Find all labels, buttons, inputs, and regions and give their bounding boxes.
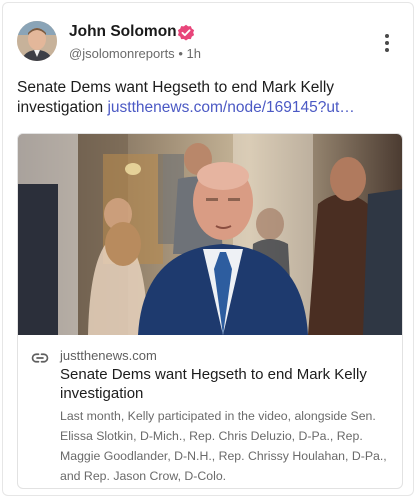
author-meta: @jsolomonreports • 1h (69, 46, 201, 61)
post-time[interactable]: 1h (187, 46, 201, 61)
post-link[interactable]: justthenews.com/node/169145?ut… (107, 99, 354, 116)
author-name[interactable]: John Solomon (69, 23, 177, 41)
preview-domain: justthenews.com (60, 348, 157, 363)
post-card: John Solomon @jsolomonreports • 1h Senat… (2, 2, 414, 496)
verified-badge-icon (177, 24, 195, 41)
preview-title[interactable]: Senate Dems want Hegseth to end Mark Kel… (60, 365, 390, 403)
post-header: John Solomon @jsolomonreports • 1h (17, 21, 399, 65)
preview-body: justthenews.com Senate Dems want Hegseth… (18, 335, 402, 488)
author-handle[interactable]: @jsolomonreports (69, 46, 175, 61)
preview-description: Last month, Kelly participated in the vi… (60, 409, 387, 483)
more-vertical-icon (385, 41, 389, 45)
avatar[interactable] (17, 21, 57, 61)
link-icon (31, 353, 49, 363)
meta-separator: • (178, 46, 183, 61)
more-vertical-icon (385, 34, 389, 38)
preview-image[interactable] (18, 134, 402, 335)
link-preview-card[interactable]: justthenews.com Senate Dems want Hegseth… (17, 133, 403, 489)
more-vertical-icon (385, 48, 389, 52)
more-options-button[interactable] (375, 31, 399, 55)
post-text: Senate Dems want Hegseth to end Mark Kel… (17, 78, 401, 118)
